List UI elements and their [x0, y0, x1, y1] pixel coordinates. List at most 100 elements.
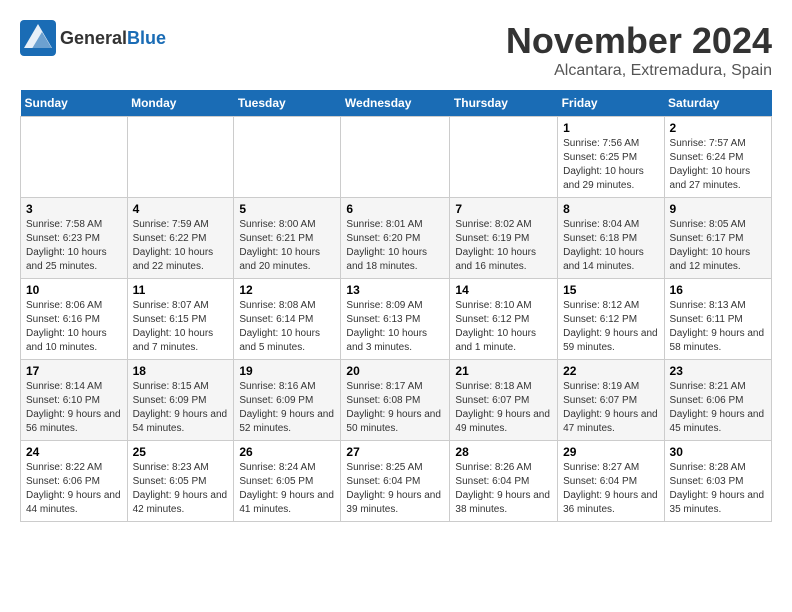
day-info: Sunrise: 8:01 AM Sunset: 6:20 PM Dayligh…: [346, 218, 444, 274]
day-number: 15: [563, 283, 658, 297]
calendar-table: SundayMondayTuesdayWednesdayThursdayFrid…: [20, 90, 772, 522]
day-number: 18: [133, 364, 229, 378]
day-number: 28: [455, 445, 552, 459]
day-info: Sunrise: 8:18 AM Sunset: 6:07 PM Dayligh…: [455, 380, 552, 436]
calendar-cell: 4Sunrise: 7:59 AM Sunset: 6:22 PM Daylig…: [127, 198, 234, 279]
day-info: Sunrise: 7:57 AM Sunset: 6:24 PM Dayligh…: [670, 137, 766, 193]
day-number: 26: [239, 445, 335, 459]
calendar-cell: 9 Sunrise: 8:05 AM Sunset: 6:17 PM Daylig…: [664, 198, 771, 279]
calendar-cell: 12 Sunrise: 8:08 AM Sunset: 6:14 PM Dayli…: [234, 279, 341, 360]
calendar-cell: [127, 117, 234, 198]
calendar-cell: 22 Sunrise: 8:19 AM Sunset: 6:07 PM Dayli…: [558, 360, 664, 441]
day-info: Sunrise: 8:27 AM Sunset: 6:04 PM Dayligh…: [563, 461, 658, 517]
month-title: November 2024: [506, 20, 772, 62]
calendar-cell: 5Sunrise: 8:00 AM Sunset: 6:21 PM Daylig…: [234, 198, 341, 279]
day-info: Sunrise: 8:17 AM Sunset: 6:08 PM Dayligh…: [346, 380, 444, 436]
day-info: Sunrise: 8:02 AM Sunset: 6:19 PM Dayligh…: [455, 218, 552, 274]
page-header: GeneralBlue November 2024 Alcantara, Ext…: [20, 20, 772, 80]
day-number: 10: [26, 283, 122, 297]
day-info: Sunrise: 8:10 AM Sunset: 6:12 PM Dayligh…: [455, 299, 552, 355]
day-number: 27: [346, 445, 444, 459]
day-info: Sunrise: 8:06 AM Sunset: 6:16 PM Dayligh…: [26, 299, 122, 355]
calendar-cell: 30Sunrise: 8:28 AM Sunset: 6:03 PM Dayli…: [664, 441, 771, 522]
day-number: 1: [563, 121, 658, 135]
weekday-header-thursday: Thursday: [450, 90, 558, 117]
weekday-header-monday: Monday: [127, 90, 234, 117]
day-info: Sunrise: 8:24 AM Sunset: 6:05 PM Dayligh…: [239, 461, 335, 517]
calendar-cell: 7 Sunrise: 8:02 AM Sunset: 6:19 PM Daylig…: [450, 198, 558, 279]
day-number: 11: [133, 283, 229, 297]
calendar-cell: 20 Sunrise: 8:17 AM Sunset: 6:08 PM Dayli…: [341, 360, 450, 441]
calendar-cell: 25 Sunrise: 8:23 AM Sunset: 6:05 PM Dayli…: [127, 441, 234, 522]
day-info: Sunrise: 8:08 AM Sunset: 6:14 PM Dayligh…: [239, 299, 335, 355]
calendar-cell: [234, 117, 341, 198]
calendar-cell: 2 Sunrise: 7:57 AM Sunset: 6:24 PM Daylig…: [664, 117, 771, 198]
day-number: 3: [26, 202, 122, 216]
weekday-header-wednesday: Wednesday: [341, 90, 450, 117]
calendar-week-row: 3Sunrise: 7:58 AM Sunset: 6:23 PM Daylig…: [21, 198, 772, 279]
day-number: 9: [670, 202, 766, 216]
calendar-cell: 14 Sunrise: 8:10 AM Sunset: 6:12 PM Dayli…: [450, 279, 558, 360]
day-number: 14: [455, 283, 552, 297]
calendar-cell: 13 Sunrise: 8:09 AM Sunset: 6:13 PM Dayli…: [341, 279, 450, 360]
day-info: Sunrise: 8:15 AM Sunset: 6:09 PM Dayligh…: [133, 380, 229, 436]
calendar-cell: 1Sunrise: 7:56 AM Sunset: 6:25 PM Daylig…: [558, 117, 664, 198]
calendar-cell: 19 Sunrise: 8:16 AM Sunset: 6:09 PM Dayli…: [234, 360, 341, 441]
day-number: 20: [346, 364, 444, 378]
day-number: 7: [455, 202, 552, 216]
logo-general: General: [60, 28, 127, 48]
day-number: 2: [670, 121, 766, 135]
calendar-cell: 15Sunrise: 8:12 AM Sunset: 6:12 PM Dayli…: [558, 279, 664, 360]
calendar-cell: 6 Sunrise: 8:01 AM Sunset: 6:20 PM Daylig…: [341, 198, 450, 279]
weekday-header-saturday: Saturday: [664, 90, 771, 117]
calendar-cell: 21 Sunrise: 8:18 AM Sunset: 6:07 PM Dayli…: [450, 360, 558, 441]
calendar-cell: 23Sunrise: 8:21 AM Sunset: 6:06 PM Dayli…: [664, 360, 771, 441]
weekday-header-row: SundayMondayTuesdayWednesdayThursdayFrid…: [21, 90, 772, 117]
day-number: 16: [670, 283, 766, 297]
calendar-cell: 26 Sunrise: 8:24 AM Sunset: 6:05 PM Dayli…: [234, 441, 341, 522]
calendar-week-row: 24 Sunrise: 8:22 AM Sunset: 6:06 PM Dayli…: [21, 441, 772, 522]
day-number: 13: [346, 283, 444, 297]
calendar-cell: 8 Sunrise: 8:04 AM Sunset: 6:18 PM Daylig…: [558, 198, 664, 279]
calendar-cell: 10 Sunrise: 8:06 AM Sunset: 6:16 PM Dayli…: [21, 279, 128, 360]
logo-blue: Blue: [127, 28, 166, 48]
day-info: Sunrise: 8:13 AM Sunset: 6:11 PM Dayligh…: [670, 299, 766, 355]
logo: GeneralBlue: [20, 20, 166, 56]
day-info: Sunrise: 8:04 AM Sunset: 6:18 PM Dayligh…: [563, 218, 658, 274]
day-number: 22: [563, 364, 658, 378]
day-info: Sunrise: 8:16 AM Sunset: 6:09 PM Dayligh…: [239, 380, 335, 436]
weekday-header-sunday: Sunday: [21, 90, 128, 117]
location: Alcantara, Extremadura, Spain: [506, 62, 772, 80]
calendar-cell: [450, 117, 558, 198]
day-number: 19: [239, 364, 335, 378]
weekday-header-friday: Friday: [558, 90, 664, 117]
calendar-cell: 29 Sunrise: 8:27 AM Sunset: 6:04 PM Dayli…: [558, 441, 664, 522]
calendar-week-row: 1Sunrise: 7:56 AM Sunset: 6:25 PM Daylig…: [21, 117, 772, 198]
day-number: 12: [239, 283, 335, 297]
day-info: Sunrise: 8:25 AM Sunset: 6:04 PM Dayligh…: [346, 461, 444, 517]
weekday-header-tuesday: Tuesday: [234, 90, 341, 117]
day-number: 17: [26, 364, 122, 378]
day-number: 25: [133, 445, 229, 459]
day-number: 29: [563, 445, 658, 459]
day-info: Sunrise: 8:19 AM Sunset: 6:07 PM Dayligh…: [563, 380, 658, 436]
logo-icon: [20, 20, 56, 56]
day-info: Sunrise: 8:23 AM Sunset: 6:05 PM Dayligh…: [133, 461, 229, 517]
day-info: Sunrise: 8:05 AM Sunset: 6:17 PM Dayligh…: [670, 218, 766, 274]
day-info: Sunrise: 8:09 AM Sunset: 6:13 PM Dayligh…: [346, 299, 444, 355]
day-number: 30: [670, 445, 766, 459]
day-number: 6: [346, 202, 444, 216]
calendar-cell: [341, 117, 450, 198]
calendar-cell: 17 Sunrise: 8:14 AM Sunset: 6:10 PM Dayli…: [21, 360, 128, 441]
calendar-cell: 18 Sunrise: 8:15 AM Sunset: 6:09 PM Dayli…: [127, 360, 234, 441]
day-number: 23: [670, 364, 766, 378]
calendar-cell: 16 Sunrise: 8:13 AM Sunset: 6:11 PM Dayli…: [664, 279, 771, 360]
day-number: 21: [455, 364, 552, 378]
calendar-week-row: 10 Sunrise: 8:06 AM Sunset: 6:16 PM Dayli…: [21, 279, 772, 360]
day-info: Sunrise: 7:59 AM Sunset: 6:22 PM Dayligh…: [133, 218, 229, 274]
day-number: 24: [26, 445, 122, 459]
day-info: Sunrise: 8:22 AM Sunset: 6:06 PM Dayligh…: [26, 461, 122, 517]
day-info: Sunrise: 8:14 AM Sunset: 6:10 PM Dayligh…: [26, 380, 122, 436]
day-number: 8: [563, 202, 658, 216]
title-block: November 2024 Alcantara, Extremadura, Sp…: [506, 20, 772, 80]
